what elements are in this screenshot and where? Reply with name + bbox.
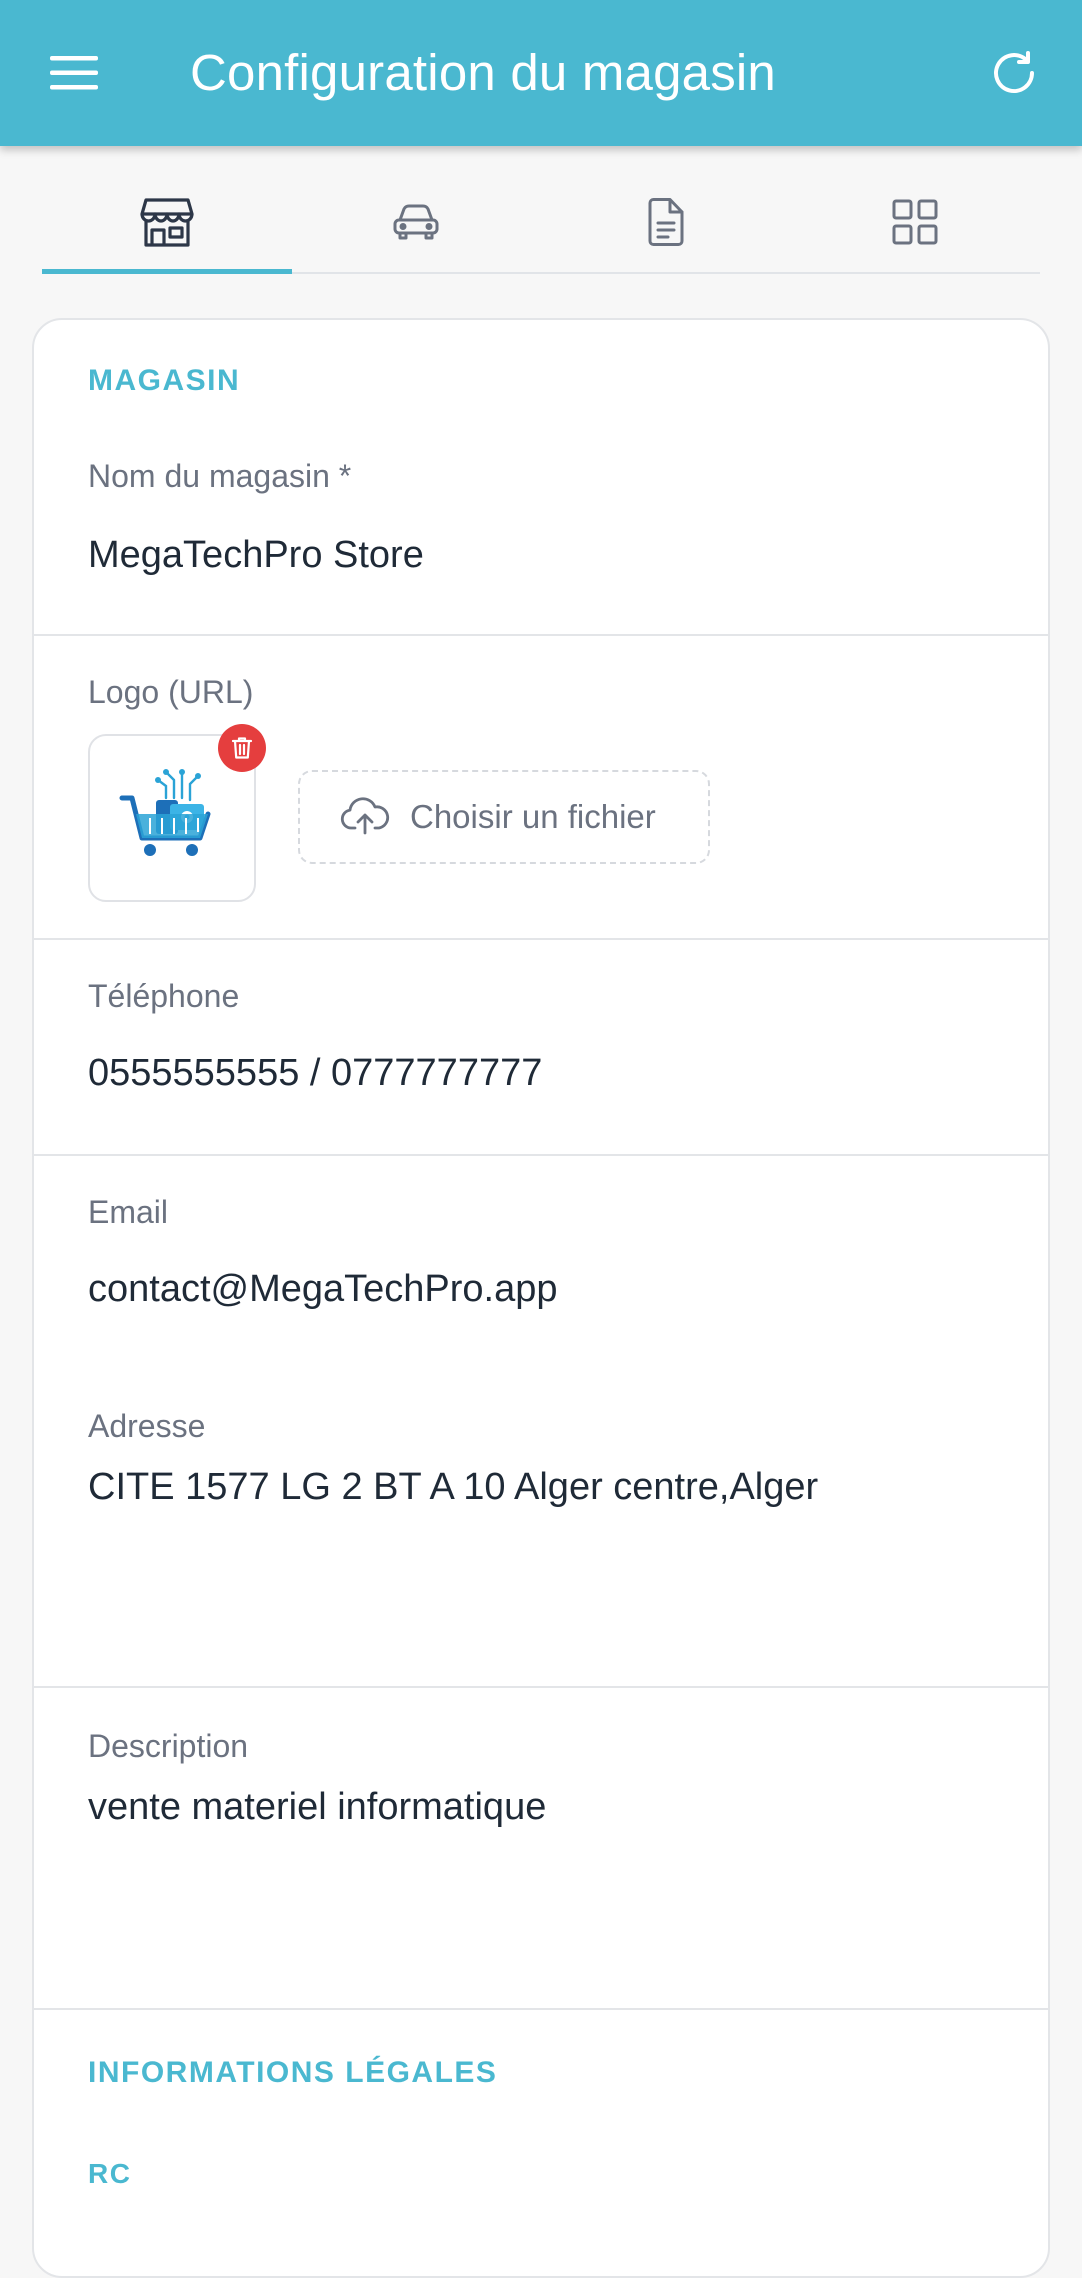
- menu-button[interactable]: [28, 33, 120, 113]
- section-heading-legal: INFORMATIONS LÉGALES: [88, 2056, 498, 2089]
- divider: [34, 1154, 1048, 1156]
- divider: [34, 2008, 1048, 2010]
- grid-icon: [892, 199, 938, 245]
- delete-logo-button[interactable]: [218, 724, 266, 772]
- tab-documents[interactable]: [541, 180, 791, 272]
- store-name-label: Nom du magasin *: [88, 458, 352, 494]
- tab-store[interactable]: [42, 180, 292, 274]
- tab-bar: [42, 180, 1040, 274]
- cloud-upload-icon: [340, 797, 390, 835]
- description-label: Description: [88, 1728, 249, 1764]
- hamburger-menu-icon: [50, 56, 98, 90]
- store-settings-card: MAGASIN Nom du magasin * MegaTechPro Sto…: [32, 318, 1050, 2278]
- tab-more[interactable]: [791, 180, 1041, 272]
- refresh-button[interactable]: [974, 33, 1054, 113]
- store-logo-image: [119, 769, 211, 856]
- phone-label: Téléphone: [88, 978, 240, 1014]
- document-icon: [648, 198, 684, 246]
- store-name-field[interactable]: MegaTechPro Store: [88, 534, 1008, 577]
- email-label: Email: [88, 1194, 169, 1230]
- choose-file-label: Choisir un fichier: [410, 798, 656, 835]
- address-field[interactable]: CITE 1577 LG 2 BT A 10 Alger centre,Alge…: [88, 1466, 1008, 1509]
- car-icon: [393, 204, 439, 240]
- description-field[interactable]: vente materiel informatique: [88, 1786, 1008, 1829]
- section-heading-store: MAGASIN: [88, 364, 241, 397]
- divider: [34, 634, 1048, 636]
- phone-field[interactable]: 0555555555 / 0777777777: [88, 1052, 1008, 1095]
- address-label: Adresse: [88, 1408, 206, 1444]
- divider: [34, 938, 1048, 940]
- rc-label: RC: [88, 2158, 132, 2189]
- app-bar: Configuration du magasin: [0, 0, 1082, 146]
- choose-file-button[interactable]: Choisir un fichier: [298, 770, 710, 864]
- divider: [34, 1686, 1048, 1688]
- page-title: Configuration du magasin: [190, 44, 776, 101]
- email-field[interactable]: contact@MegaTechPro.app: [88, 1268, 1008, 1311]
- trash-icon: [231, 737, 253, 759]
- logo-label: Logo (URL): [88, 674, 254, 710]
- store-icon: [140, 198, 194, 247]
- tab-vehicle[interactable]: [292, 180, 542, 272]
- refresh-icon: [994, 51, 1035, 94]
